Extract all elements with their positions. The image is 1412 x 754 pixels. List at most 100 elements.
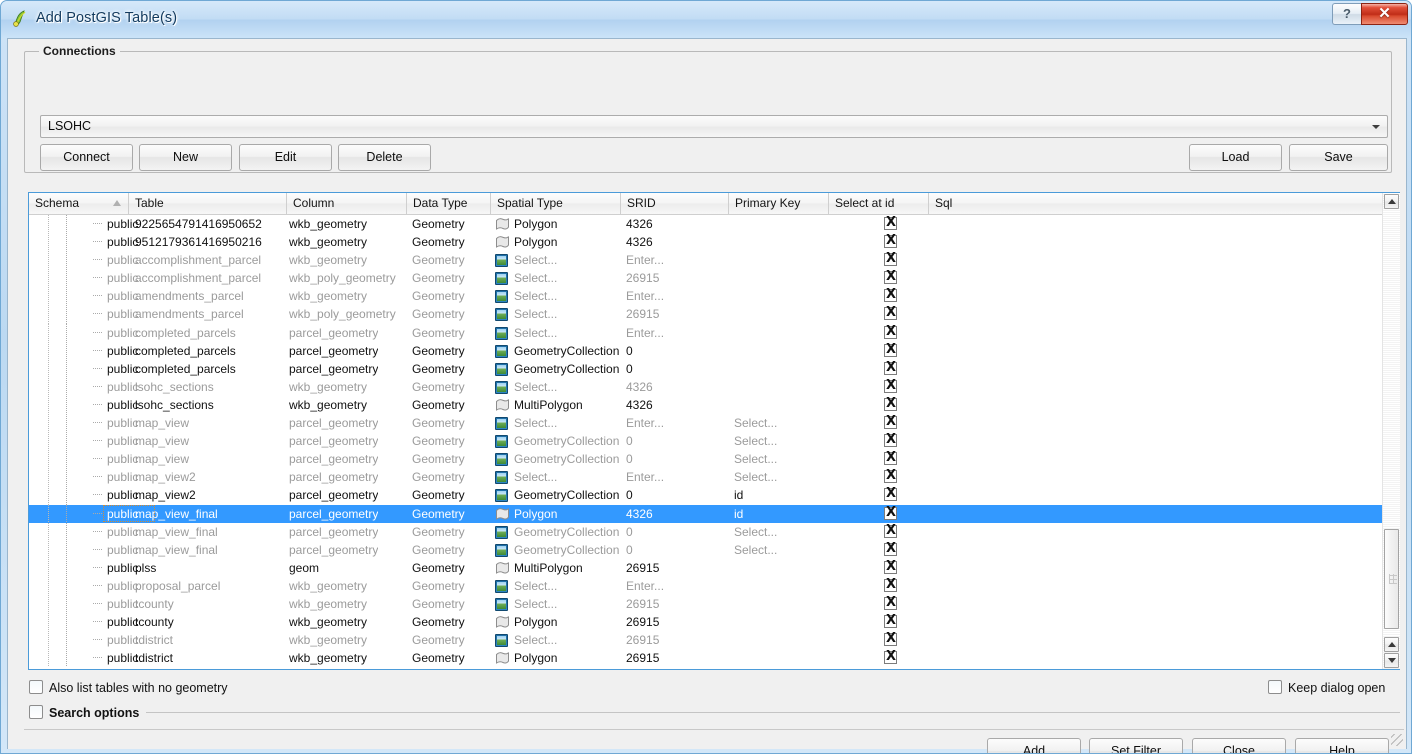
polygon-icon: [495, 398, 510, 412]
table-row[interactable]: public completed_parcels parcel_geometry Ge…: [29, 359, 1383, 378]
postgis-tables-list[interactable]: Schema Table Column Data Type Spatial Type SR…: [28, 192, 1400, 670]
also-list-tables-checkbox[interactable]: [29, 680, 43, 694]
table-row[interactable]: public lsohc_sections wkb_geometry Geometry…: [29, 377, 1383, 396]
resize-grip-icon[interactable]: [1391, 734, 1403, 746]
cell-primary-key: Select...: [734, 434, 778, 449]
table-row[interactable]: public accomplishment_parcel wkb_geometry G…: [29, 251, 1383, 270]
select-at-id-checkbox[interactable]: X: [884, 486, 897, 502]
select-at-id-checkbox[interactable]: X: [884, 577, 897, 592]
table-row[interactable]: public map_view parcel_geometry Geometry Geo…: [29, 432, 1383, 451]
scroll-up-button[interactable]: [1384, 637, 1399, 652]
save-connections-button[interactable]: Save: [1289, 144, 1388, 171]
select-at-id-checkbox[interactable]: X: [884, 233, 897, 249]
select-at-id-checkbox[interactable]: X: [884, 378, 897, 393]
table-row[interactable]: public completed_parcels parcel_geometry Ge…: [29, 341, 1383, 360]
select-at-id-checkbox[interactable]: X: [884, 360, 897, 375]
table-row[interactable]: public map_view_final parcel_geometry Geome…: [29, 522, 1383, 541]
select-at-id-checkbox[interactable]: X: [884, 396, 897, 411]
select-at-id-checkbox[interactable]: X: [884, 541, 897, 556]
table-body[interactable]: public 9225654791416950652 wkb_geometry Geo…: [29, 215, 1383, 670]
connection-select[interactable]: LSOHC: [40, 115, 1388, 138]
table-row[interactable]: public proposal_parcel wkb_geometry Geometr…: [29, 576, 1383, 595]
check-x-icon: X: [886, 594, 897, 610]
edit-connection-button[interactable]: Edit: [239, 144, 332, 171]
table-row[interactable]: public map_view2 parcel_geometry Geometry Se…: [29, 468, 1383, 487]
table-row[interactable]: public tdistrict wkb_geometry Geometry Polyg…: [29, 649, 1383, 668]
table-row[interactable]: public completed_parcels parcel_geometry Ge…: [29, 323, 1383, 342]
select-at-id-checkbox[interactable]: X: [884, 269, 897, 285]
select-at-id-checkbox[interactable]: X: [884, 468, 897, 484]
select-at-id-checkbox[interactable]: X: [884, 432, 897, 448]
select-at-id-checkbox[interactable]: X: [884, 450, 897, 466]
select-at-id-checkbox[interactable]: X: [884, 631, 897, 647]
select-at-id-checkbox[interactable]: X: [884, 324, 897, 339]
table-row[interactable]: public 9512179361416950216 wkb_geometry Geo…: [29, 233, 1383, 252]
select-at-id-checkbox[interactable]: X: [884, 215, 897, 230]
table-row[interactable]: public map_view_final parcel_geometry Geome…: [29, 540, 1383, 559]
cell-spatial-type: Select...: [514, 325, 558, 340]
table-row[interactable]: public amendments_parcel wkb_geometry Geome…: [29, 287, 1383, 306]
table-row[interactable]: public map_view2 parcel_geometry Geometry Ge…: [29, 486, 1383, 505]
select-at-id-checkbox[interactable]: X: [884, 505, 897, 520]
close-button[interactable]: Close: [1192, 738, 1286, 753]
select-at-id-checkbox[interactable]: X: [884, 342, 897, 357]
close-icon[interactable]: ✕: [1361, 3, 1408, 25]
select-at-id-checkbox[interactable]: X: [884, 287, 897, 303]
tree-indent-guide: [48, 251, 49, 270]
also-list-tables-label: Also list tables with no geometry: [49, 681, 228, 695]
table-row[interactable]: public map_view parcel_geometry Geometry Sel…: [29, 414, 1383, 433]
column-header-spatial-type[interactable]: Spatial Type: [491, 193, 621, 214]
table-row[interactable]: public tcounty wkb_geometry Geometry Polygon…: [29, 613, 1383, 632]
select-at-id-checkbox[interactable]: X: [884, 594, 897, 610]
select-at-id-checkbox[interactable]: X: [884, 305, 897, 321]
delete-connection-button[interactable]: Delete: [338, 144, 431, 171]
column-header-primary-key[interactable]: Primary Key: [729, 193, 829, 214]
help-titlebar-button[interactable]: ?: [1332, 3, 1361, 25]
search-options-groupbox: [28, 712, 1400, 713]
column-header-table[interactable]: Table: [129, 193, 287, 214]
scrollbar-thumb[interactable]: [1384, 529, 1399, 629]
cell-schema: public: [107, 542, 139, 557]
table-row[interactable]: public accomplishment_parcel wkb_poly_geom…: [29, 269, 1383, 288]
table-row[interactable]: public lsohc_sections wkb_geometry Geometry…: [29, 395, 1383, 415]
column-header-srid[interactable]: SRID: [621, 193, 729, 214]
table-header-row[interactable]: Schema Table Column Data Type Spatial Type SR…: [29, 193, 1383, 215]
table-row[interactable]: public amendments_parcel wkb_poly_geometry…: [29, 305, 1383, 324]
column-header-select-at-id[interactable]: Select at id: [829, 193, 929, 214]
new-connection-button[interactable]: New: [139, 144, 232, 171]
table-row[interactable]: public tcounty wkb_geometry Geometry Select.…: [29, 594, 1383, 614]
column-header-column[interactable]: Column: [287, 193, 407, 214]
title-bar[interactable]: Add PostGIS Table(s) ? ✕: [1, 1, 1411, 38]
table-row[interactable]: public 9225654791416950652 wkb_geometry Geo…: [29, 215, 1383, 234]
select-at-id-checkbox[interactable]: X: [884, 649, 897, 665]
column-header-schema[interactable]: Schema: [29, 193, 129, 214]
select-at-id-checkbox[interactable]: X: [884, 251, 897, 267]
cell-data-type: Geometry: [412, 615, 465, 630]
vertical-scrollbar[interactable]: [1382, 193, 1400, 669]
select-at-id-checkbox[interactable]: X: [884, 523, 897, 538]
tree-branch-icon: [93, 403, 103, 405]
scrollbar-grip-icon: [1389, 574, 1397, 584]
chevron-down-icon[interactable]: [1367, 117, 1386, 136]
help-button[interactable]: Help: [1295, 738, 1389, 753]
column-header-data-type[interactable]: Data Type: [407, 193, 491, 214]
select-at-id-checkbox[interactable]: X: [884, 559, 897, 574]
tree-branch-icon: [93, 548, 103, 550]
select-at-id-checkbox[interactable]: X: [884, 414, 897, 430]
keep-dialog-open-checkbox[interactable]: [1268, 680, 1282, 694]
tree-branch-icon: [93, 331, 103, 333]
connect-button[interactable]: Connect: [40, 144, 133, 171]
table-row[interactable]: public tdistrict wkb_geometry Geometry Selec…: [29, 631, 1383, 650]
column-header-sql[interactable]: Sql: [929, 193, 1383, 214]
add-button[interactable]: Add: [987, 738, 1081, 753]
set-filter-button[interactable]: Set Filter: [1089, 738, 1183, 753]
load-connections-button[interactable]: Load: [1189, 144, 1282, 171]
table-row[interactable]: public map_view_final parcel_geometry Geome…: [29, 504, 1383, 523]
table-row[interactable]: public plss geom Geometry MultiPolygon 26915 X: [29, 558, 1383, 577]
scroll-up-button-top[interactable]: [1384, 194, 1399, 209]
select-at-id-checkbox[interactable]: X: [884, 613, 897, 629]
cell-spatial-type: GeometryCollection: [514, 452, 620, 467]
scroll-down-button[interactable]: [1384, 653, 1399, 668]
tree-indent-guide: [48, 287, 49, 306]
table-row[interactable]: public map_view parcel_geometry Geometry Geo…: [29, 450, 1383, 469]
